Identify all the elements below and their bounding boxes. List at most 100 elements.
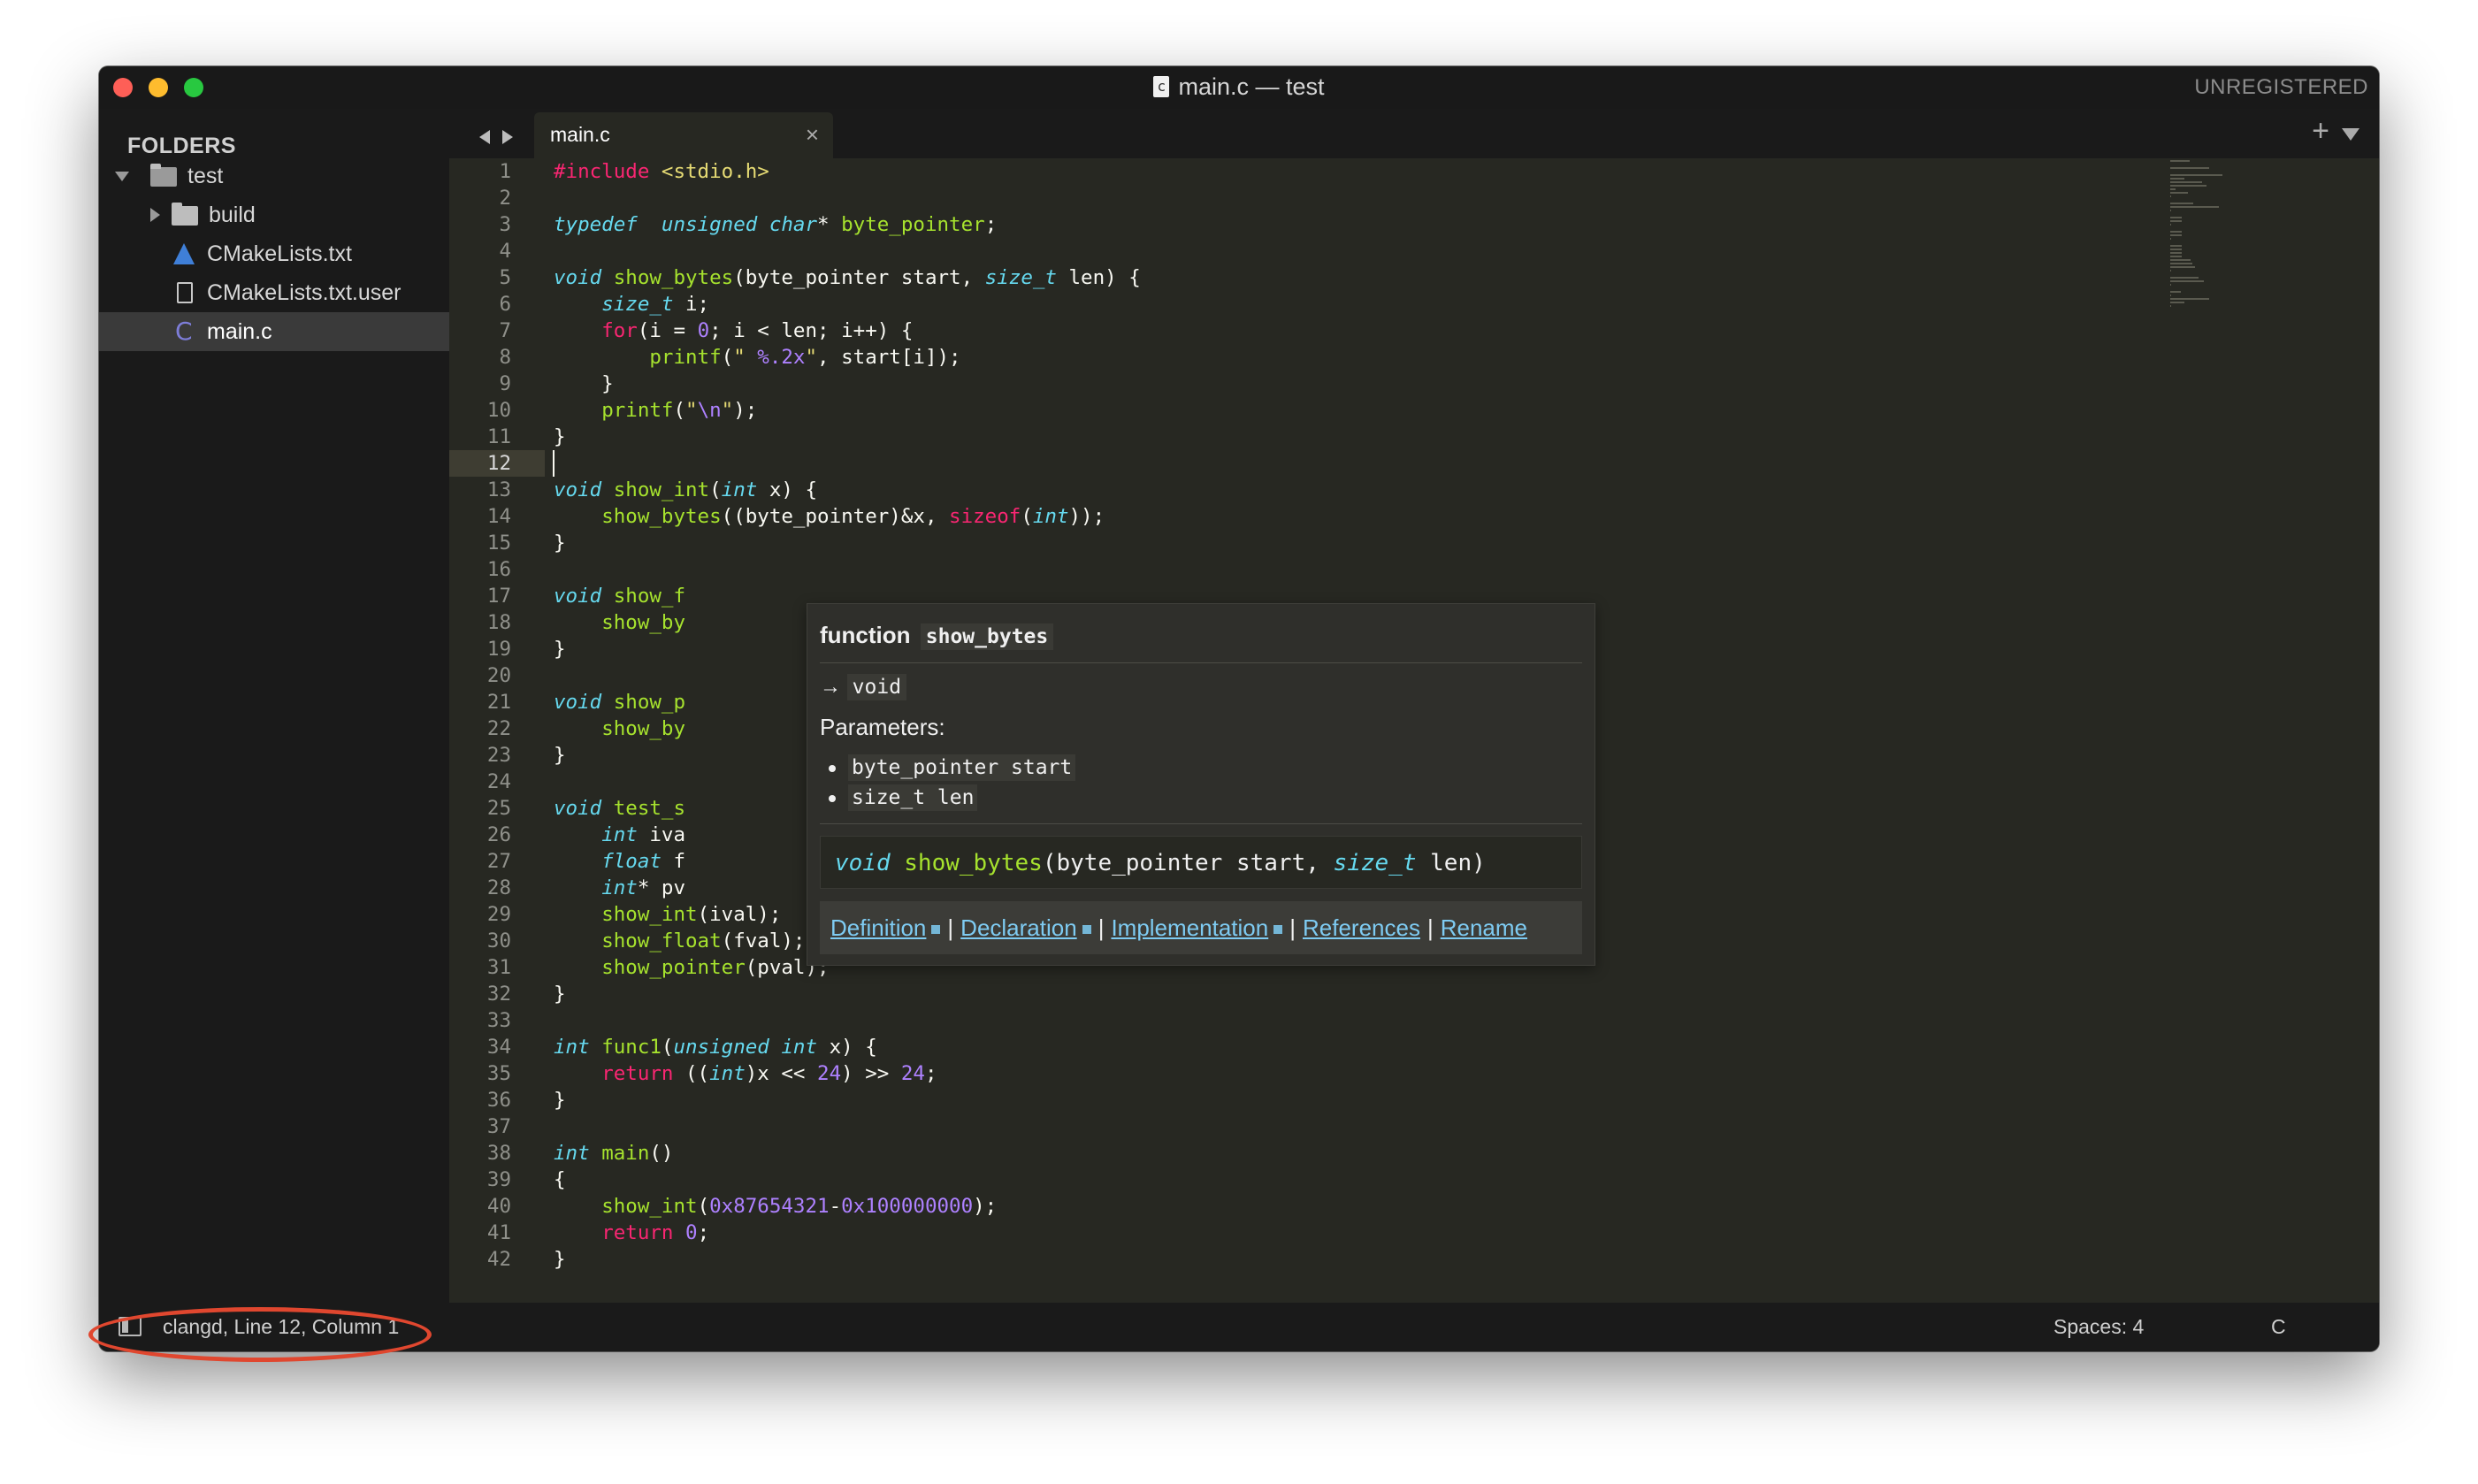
folder-open-icon: [150, 164, 177, 187]
code-text: size_t i;: [554, 291, 709, 317]
code-token: len) {: [1056, 266, 1141, 289]
references-link[interactable]: References: [1303, 914, 1420, 941]
code-line[interactable]: 38 int main(): [449, 1140, 2379, 1167]
chevron-down-icon[interactable]: [115, 172, 129, 181]
code-line[interactable]: 32}: [449, 981, 2379, 1007]
implementation-link[interactable]: Implementation: [1111, 914, 1268, 941]
code-token: func1: [601, 1036, 662, 1059]
declaration-link[interactable]: Declaration: [960, 914, 1077, 941]
code-line[interactable]: 12: [449, 450, 2379, 477]
code-token: show_float: [601, 929, 722, 952]
code-text: show_pointer(pval);: [554, 954, 829, 981]
code-line[interactable]: 41 return 0;: [449, 1220, 2379, 1246]
code-line[interactable]: 36}: [449, 1087, 2379, 1113]
code-line[interactable]: 2: [449, 185, 2379, 211]
code-token: {: [554, 1168, 566, 1191]
line-number: 36: [486, 1089, 511, 1112]
code-token: (ival);: [697, 903, 782, 926]
code-token: }: [554, 1089, 566, 1112]
code-line[interactable]: 9 }: [449, 371, 2379, 397]
code-line[interactable]: 1 #include <stdio.h>: [449, 158, 2379, 185]
code-line[interactable]: 40 show_int(0x87654321-0x100000000);: [449, 1193, 2379, 1220]
rename-link[interactable]: Rename: [1441, 914, 1527, 941]
line-number: 1: [499, 160, 511, 183]
code-line[interactable]: 8 printf(" %.2x", start[i]);: [449, 344, 2379, 371]
code-token: byte_pointer: [841, 213, 985, 236]
status-bar: clangd, Line 12, Column 1 Spaces: 4 C: [99, 1303, 2379, 1351]
sidebar-item-cmakelists-user[interactable]: CMakeLists.txt.user: [99, 273, 449, 312]
code-token: (byte_pointer start,: [733, 266, 985, 289]
sidebar-item-main-c[interactable]: C main.c: [99, 312, 449, 351]
line-number: 24: [486, 770, 511, 793]
line-number: 25: [486, 797, 511, 820]
sidebar-item-test-folder[interactable]: test: [99, 157, 449, 195]
code-text: void test_s: [554, 795, 685, 822]
code-text: }: [554, 742, 566, 769]
tab-main-c[interactable]: main.c ×: [534, 112, 833, 158]
code-token: *: [817, 213, 842, 236]
code-line[interactable]: 16: [449, 556, 2379, 583]
code-token: (: [709, 478, 722, 501]
code-token: show_int: [601, 1195, 698, 1218]
code-line[interactable]: 3 typedef unsigned char* byte_pointer;: [449, 211, 2379, 238]
code-line[interactable]: 11}: [449, 424, 2379, 450]
line-number: 8: [499, 346, 511, 369]
status-syntax[interactable]: C: [2271, 1315, 2286, 1339]
editor-window: main.c — test UNREGISTERED FOLDERS test …: [99, 66, 2379, 1351]
tab-forward-arrow-icon[interactable]: [502, 130, 513, 144]
code-line[interactable]: 35 return ((int)x << 24) >> 24;: [449, 1060, 2379, 1087]
code-token: (fval);: [721, 929, 806, 952]
code-line[interactable]: 13 void show_int(int x) {: [449, 477, 2379, 503]
chevron-right-icon[interactable]: [150, 208, 160, 222]
line-number: 9: [499, 372, 511, 395]
code-line[interactable]: 39 {: [449, 1167, 2379, 1193]
code-token: main: [601, 1142, 650, 1165]
popup-links: Definition | Declaration | Implementation | Re…: [820, 901, 1582, 954]
code-line[interactable]: 6 size_t i;: [449, 291, 2379, 317]
code-line[interactable]: 10 printf("\n");: [449, 397, 2379, 424]
code-token: void: [835, 850, 891, 876]
status-indentation[interactable]: Spaces: 4: [2054, 1315, 2144, 1339]
code-line[interactable]: 37: [449, 1113, 2379, 1140]
code-line[interactable]: 7 for(i = 0; i < len; i++) {: [449, 317, 2379, 344]
code-token: unsigned: [673, 1036, 769, 1059]
code-token: * pv: [637, 876, 686, 899]
code-line[interactable]: 5 void show_bytes(byte_pointer start, siz…: [449, 264, 2379, 291]
line-number: 18: [486, 611, 511, 634]
line-number: 19: [486, 638, 511, 661]
definition-link[interactable]: Definition: [830, 914, 926, 941]
new-tab-plus-icon[interactable]: +: [2312, 114, 2329, 149]
sidebar-item-cmakelists[interactable]: CMakeLists.txt: [99, 234, 449, 273]
code-token: ": [733, 346, 758, 369]
sidebar: FOLDERS test build CMakeLists.txt CMakeL…: [99, 109, 449, 1303]
code-line[interactable]: 33: [449, 1007, 2379, 1034]
code-token: )x <<: [745, 1062, 818, 1085]
code-line[interactable]: 42}: [449, 1246, 2379, 1273]
sidebar-item-build-folder[interactable]: build: [99, 195, 449, 234]
code-line[interactable]: 34 int func1(unsigned int x) {: [449, 1034, 2379, 1060]
tab-back-arrow-icon[interactable]: [479, 130, 490, 144]
code-line[interactable]: 14 show_bytes((byte_pointer)&x, sizeof(i…: [449, 503, 2379, 530]
tab-menu-chevron-icon[interactable]: [2342, 128, 2359, 141]
code-text: int main(): [554, 1140, 673, 1167]
code-token: i;: [673, 293, 710, 316]
code-token: iva: [637, 823, 686, 846]
code-token: }: [554, 372, 614, 395]
code-line[interactable]: 4: [449, 238, 2379, 264]
close-icon[interactable]: ×: [806, 121, 819, 149]
code-token: ) >>: [841, 1062, 901, 1085]
separator: |: [1426, 914, 1434, 941]
code-token: show_bytes: [613, 266, 734, 289]
code-line[interactable]: 15}: [449, 530, 2379, 556]
code-text: }: [554, 1087, 566, 1113]
line-number: 12: [486, 452, 511, 475]
line-number: 21: [486, 691, 511, 714]
code-token: printf: [601, 399, 674, 422]
line-number: 22: [486, 717, 511, 740]
